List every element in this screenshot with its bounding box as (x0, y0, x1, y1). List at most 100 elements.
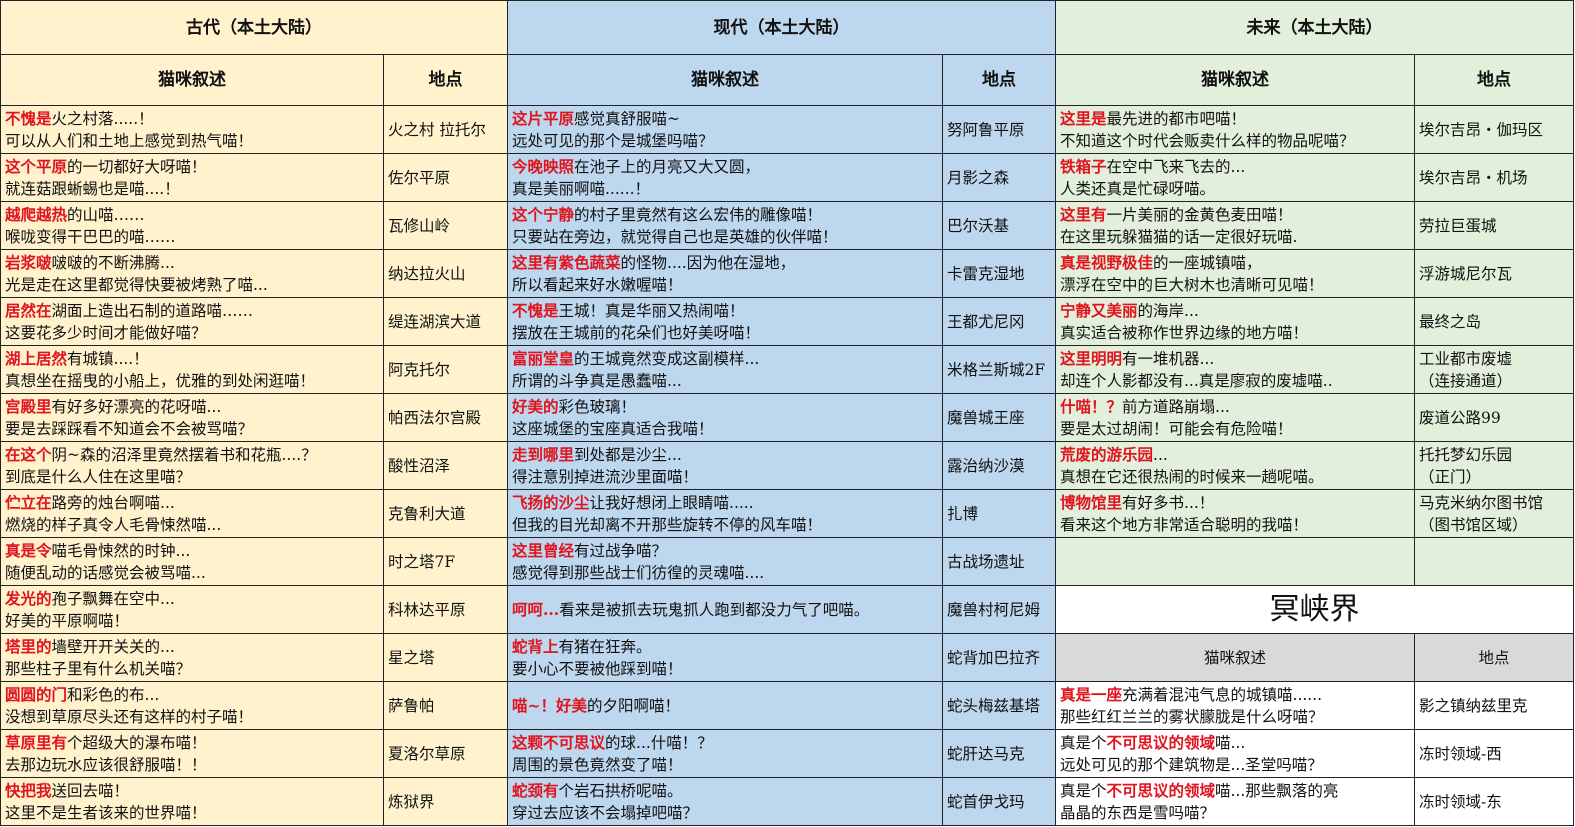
narration-cell: 越爬越热的山喵…… 喉咙变得干巴巴的喵…… (0, 201, 384, 250)
narration-highlight: 走到哪里 (512, 444, 575, 464)
narration-highlight: 宁静又美丽 (1060, 300, 1138, 320)
narration-text-1: 的一座城镇喵， (1153, 253, 1262, 272)
location-cell: 巴尔沃基 (942, 201, 1056, 250)
narration-highlight: 蛇颈有 (512, 780, 559, 800)
ancient-row: 居然在湖面上造出石制的道路喵…… 这要花多少时间才能做好喵？ 缇连湖滨大道 (0, 297, 508, 346)
narration-line-1: 富丽堂皇的王城竟然变成这副模样... (512, 348, 938, 370)
modern-row: 今晚映照在池子上的月亮又大又圆， 真是美丽啊喵......！ 月影之森 (507, 153, 1056, 202)
narration-line-1: 真是一座充满着混沌气息的城镇喵...... (1060, 684, 1410, 706)
narration-cell: 好美的彩色玻璃！ 这座城堡的宝座真适合我喵！ (507, 393, 943, 442)
location-cell: 最终之岛 (1414, 297, 1574, 346)
narration-cell: 飞扬的沙尘让我好想闭上眼睛喵..... 但我的目光却离不开那些旋转不停的风车喵！ (507, 489, 943, 538)
narration-cell: 这个平原的一切都好大呀喵！ 就连菇跟蜥蜴也是喵....！ (0, 153, 384, 202)
location-line-1: 劳拉巨蛋城 (1419, 216, 1497, 235)
location-cell: 马克米纳尔图书馆 （图书馆区域） (1414, 489, 1574, 538)
location-line-2: （连接通道） (1419, 371, 1513, 390)
narration-highlight: 伫立在 (5, 492, 52, 512)
narration-cell: 真是令喵毛骨悚然的时钟... 随便乱动的话感觉会被骂喵... (0, 537, 384, 586)
narration-text-1: 孢子飘舞在空中... (51, 589, 175, 608)
ancient-row: 塔里的墙壁开开关关的... 那些柱子里有什么机关喵？ 星之塔 (0, 633, 508, 682)
narration-cell: 荒废的游乐园... 真想在它还很热闹的时候来一趟呢喵。 (1055, 441, 1415, 490)
location-cell: 埃尔吉昂・伽玛区 (1414, 105, 1574, 154)
narration-text-2: 喉咙变得干巴巴的喵…… (5, 227, 176, 246)
narration-line-1: 这里有一片美丽的金黄色麦田喵！ (1060, 204, 1410, 226)
narration-text-1: 在池子上的月亮又大又圆， (574, 157, 761, 176)
narration-line-1: 这里是最先进的都市吧喵！ (1060, 108, 1410, 130)
future-col-location: 地点 (1414, 54, 1574, 106)
modern-row: 蛇颈有个岩石拱桥呢喵。 穿过去应该不会塌掉吧喵？ 蛇首伊戈玛 (507, 777, 1056, 826)
narration-text-2: 真想坐在摇曳的小船上，优雅的到处闲逛喵！ (5, 371, 316, 390)
narration-text-2: 去那边玩水应该很舒服喵！！ (5, 755, 207, 774)
narration-highlight: 什喵！？ (1060, 396, 1123, 416)
narration-cell: 真是个不可思议的领域喵... 远处可见的那个建筑物是...圣堂吗喵？ (1055, 729, 1415, 778)
modern-title: 现代（本土大陆） (507, 0, 1056, 55)
modern-col-narration: 猫咪叙述 (507, 54, 943, 106)
narration-text-1: 有好多好漂亮的花呀喵... (51, 397, 222, 416)
location-cell: 古战场遗址 (942, 537, 1056, 586)
narration-highlight: 真是视野极佳 (1060, 252, 1154, 272)
narration-text-2: 晶晶的东西是雪吗喵？ (1060, 803, 1216, 822)
ancient-row: 不愧是火之村落.....！ 可以从人们和土地上感觉到热气喵！ 火之村 拉托尔 (0, 105, 508, 154)
ancient-col-narration: 猫咪叙述 (0, 54, 384, 106)
location-cell: 努阿鲁平原 (942, 105, 1056, 154)
narration-text-2: 可以从人们和土地上感觉到热气喵！ (5, 131, 254, 150)
narration-cell: 草原里有个超级大的瀑布喵！ 去那边玩水应该很舒服喵！！ (0, 729, 384, 778)
narration-cell (1055, 537, 1415, 586)
narration-text-1: 的海岸... (1137, 301, 1199, 320)
modern-row: 这颗不可思议的球...什喵！？ 周围的景色竟然变了喵！ 蛇肝达马克 (507, 729, 1056, 778)
ancient-row: 这个平原的一切都好大呀喵！ 就连菇跟蜥蜴也是喵....！ 佐尔平原 (0, 153, 508, 202)
location-cell: 蛇肝达马克 (942, 729, 1056, 778)
narration-line-1: 快把我送回去喵！ (5, 780, 379, 802)
modern-row: 这里有紫色蔬菜的怪物....因为他在湿地， 所以看起来好水嫩喔喵！ 卡雷克湿地 (507, 249, 1056, 298)
location-cell: 蛇头梅兹基塔 (942, 681, 1056, 730)
future-row: 真是视野极佳的一座城镇喵， 漂浮在空中的巨大树木也清晰可见喵！ 浮游城尼尔瓦 (1055, 249, 1574, 298)
narration-highlight: 不可思议的领域 (1106, 780, 1216, 800)
location-line-1: 托托梦幻乐园 (1419, 445, 1513, 464)
modern-col-location: 地点 (942, 54, 1056, 106)
narration-text-1: 的山喵…… (67, 205, 145, 224)
narration-text-2: 燃烧的样子真令人毛骨悚然喵... (5, 515, 222, 534)
narration-line-1: 铁箱子在空中飞来飞去的... (1060, 156, 1410, 178)
location-cell: 魔兽村柯尼姆 (942, 585, 1056, 634)
narration-text-2: 要小心不要被他踩到喵！ (512, 659, 683, 678)
narration-cell: 今晚映照在池子上的月亮又大又圆， 真是美丽啊喵......！ (507, 153, 943, 202)
narration-cell: 不愧是火之村落.....！ 可以从人们和土地上感觉到热气喵！ (0, 105, 384, 154)
spreadsheet: 古代（本土大陆） 猫咪叙述 地点 不愧是火之村落.....！ 可以从人们和土地上感… (0, 0, 1575, 827)
future-title: 未来（本土大陆） (1055, 0, 1574, 55)
narration-text-2: 远处可见的那个是城堡吗喵？ (512, 131, 714, 150)
narration-cell: 真是视野极佳的一座城镇喵， 漂浮在空中的巨大树木也清晰可见喵！ (1055, 249, 1415, 298)
location-line-1: 最终之岛 (1419, 312, 1482, 331)
narration-highlight: 这颗不可思议 (512, 732, 606, 752)
future-row: 博物馆里有好多书...！ 看来这个地方非常适合聪明的我喵！ 马克米纳尔图书馆 （图书馆… (1055, 489, 1574, 538)
narration-text-2: 得注意别掉进流沙里面喵！ (512, 467, 699, 486)
narration-cell: 铁箱子在空中飞来飞去的... 人类还真是忙碌呀喵。 (1055, 153, 1415, 202)
narration-line-1: 这里曾经有过战争喵？ (512, 540, 938, 562)
ancient-title: 古代（本土大陆） (0, 0, 508, 55)
narration-line-1: 宁静又美丽的海岸... (1060, 300, 1410, 322)
location-cell: 扎博 (942, 489, 1056, 538)
narration-text-2: 随便乱动的话感觉会被骂喵... (5, 563, 206, 582)
narration-text-1: 充满着混沌气息的城镇喵...... (1122, 685, 1323, 704)
narration-highlight: 这里明明 (1060, 348, 1123, 368)
narration-line-1: 发光的孢子飘舞在空中... (5, 588, 379, 610)
narration-line-1: 不愧是火之村落.....！ (5, 108, 379, 130)
narration-text-1: 喵...那些飘落的亮 (1215, 781, 1339, 800)
narration-text-1: 和彩色的布... (67, 685, 160, 704)
narration-highlight: 博物馆里 (1060, 492, 1123, 512)
narration-highlight: 飞扬的沙尘 (512, 492, 590, 512)
narration-line-1: 喵~！好美的夕阳啊喵！ (512, 695, 938, 717)
narration-text-2: 远处可见的那个建筑物是...圣堂吗喵？ (1060, 755, 1323, 774)
narration-text-1: 的怪物....因为他在湿地， (620, 253, 796, 272)
narration-text-1: 啵啵的不断沸腾... (51, 253, 175, 272)
narration-text-2: 却连个人影都没有...真是廖寂的废墟喵.. (1060, 371, 1333, 390)
narration-text-2: 光是走在这里都觉得快要被烤熟了喵... (5, 275, 268, 294)
narration-text-1: 王城！真是华丽又热闹喵！ (558, 301, 745, 320)
narration-line-1: 伫立在路旁的烛台啊喵... (5, 492, 379, 514)
location-cell: 萨鲁帕 (383, 681, 508, 730)
modern-row: 喵~！好美的夕阳啊喵！ 蛇头梅兹基塔 (507, 681, 1056, 730)
ancient-table: 古代（本土大陆） 猫咪叙述 地点 不愧是火之村落.....！ 可以从人们和土地上感… (0, 0, 508, 826)
narration-highlight: 这个宁静 (512, 204, 575, 224)
location-cell: 露治纳沙漠 (942, 441, 1056, 490)
narration-cell: 宫殿里有好多好漂亮的花呀喵... 要是去踩踩看不知道会不会被骂喵？ (0, 393, 384, 442)
future-row: 荒废的游乐园... 真想在它还很热闹的时候来一趟呢喵。 托托梦幻乐园 （正门） (1055, 441, 1574, 490)
